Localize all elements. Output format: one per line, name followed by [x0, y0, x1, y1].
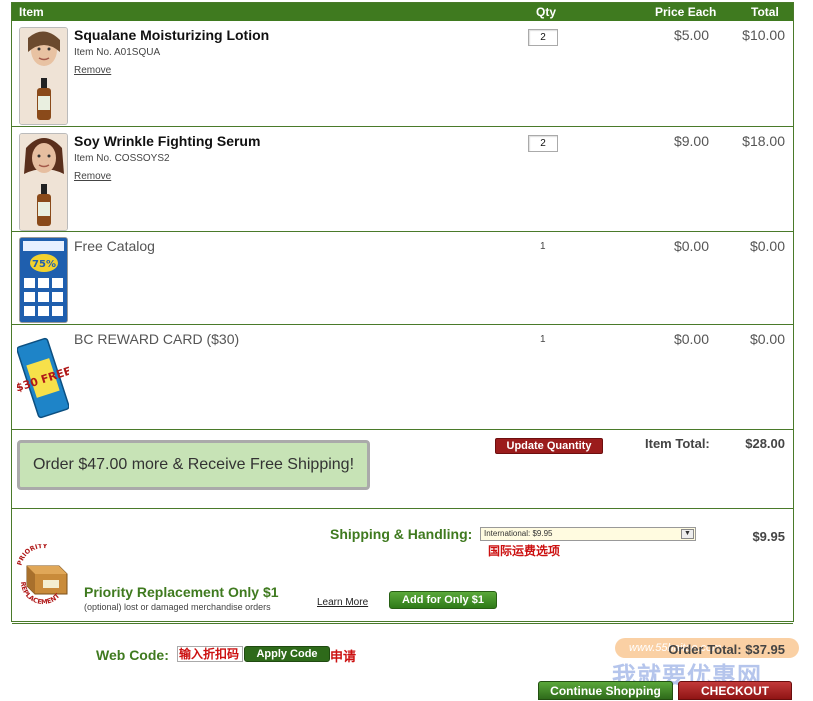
product-thumbnail[interactable]: [19, 133, 68, 231]
cart-row: Soy Wrinkle Fighting Serum Item No. COSS…: [12, 127, 793, 232]
shipping-label: Shipping & Handling:: [330, 526, 473, 542]
free-shipping-banner: Order $47.00 more & Receive Free Shippin…: [17, 440, 370, 490]
item-number: Item No. COSSOYS2: [74, 153, 170, 164]
product-name[interactable]: Soy Wrinkle Fighting Serum: [74, 133, 260, 149]
price-each: $0.00: [673, 238, 709, 254]
shipping-annotation: 国际运费选项: [488, 544, 561, 558]
catalog-badge: 75%: [32, 259, 56, 270]
line-total: $0.00: [749, 331, 785, 347]
cart-header: Item Qty Price Each Total: [12, 3, 793, 21]
catalog-image: 75%: [20, 238, 67, 322]
cart-row: 75% Free Catalog 1 $0.00 $0.00: [12, 232, 793, 325]
item-number: Item No. A01SQUA: [74, 47, 161, 58]
price-each: $9.00: [673, 133, 709, 149]
shipping-selected-value: International: $9.95: [484, 529, 553, 538]
update-quantity-button[interactable]: Update Quantity: [495, 438, 603, 454]
reward-card-image: $30 FREE: [14, 337, 73, 419]
apply-code-button[interactable]: Apply Code: [244, 646, 330, 662]
remove-link[interactable]: Remove: [74, 65, 111, 76]
header-price-each: Price Each: [655, 5, 717, 19]
shipping-row: Shipping & Handling: International: $9.9…: [12, 509, 793, 624]
shipping-value: $9.95: [752, 529, 785, 544]
remove-link[interactable]: Remove: [74, 171, 111, 182]
summary-row: Order $47.00 more & Receive Free Shippin…: [12, 430, 793, 509]
svg-text:PRIORITY: PRIORITY: [16, 544, 48, 566]
cart-row: Squalane Moisturizing Lotion Item No. A0…: [12, 21, 793, 127]
shipping-select[interactable]: International: $9.95 ▼: [480, 527, 696, 541]
line-total: $18.00: [742, 133, 785, 149]
price-each: $5.00: [673, 27, 709, 43]
priority-title: Priority Replacement Only $1: [84, 584, 279, 600]
add-priority-button[interactable]: Add for Only $1: [389, 591, 497, 609]
serum-product-image: [20, 134, 67, 230]
line-total: $10.00: [742, 27, 785, 43]
order-total: Order Total: $37.95: [668, 642, 785, 657]
product-thumbnail[interactable]: $30 FREE: [14, 331, 73, 425]
quantity-input[interactable]: 2: [528, 29, 558, 46]
header-total: Total: [751, 5, 779, 19]
cart-row: $30 FREE BC REWARD CARD ($30) 1 $0.00 $0…: [12, 325, 793, 430]
learn-more-link[interactable]: Learn More: [317, 597, 368, 608]
apply-annotation: 申请: [330, 649, 357, 664]
lotion-product-image: [20, 28, 67, 124]
product-thumbnail[interactable]: [19, 27, 68, 125]
header-qty: Qty: [536, 5, 557, 19]
header-item: Item: [19, 5, 44, 19]
item-total-value: $28.00: [745, 436, 785, 451]
quantity-value: 1: [540, 334, 546, 345]
quantity-value: 1: [540, 241, 546, 252]
product-thumbnail[interactable]: 75%: [19, 237, 68, 323]
chevron-down-icon[interactable]: ▼: [681, 529, 694, 539]
quantity-input[interactable]: 2: [528, 135, 558, 152]
shopping-cart: Item Qty Price Each Total Squalane Moist…: [11, 2, 799, 664]
product-name[interactable]: Squalane Moisturizing Lotion: [74, 27, 269, 43]
product-name[interactable]: Free Catalog: [74, 238, 155, 254]
product-name[interactable]: BC REWARD CARD ($30): [74, 331, 239, 347]
web-code-input[interactable]: 输入折扣码: [177, 646, 243, 662]
item-total-label: Item Total:: [645, 436, 710, 451]
continue-shopping-button[interactable]: Continue Shopping: [538, 681, 673, 700]
line-total: $0.00: [749, 238, 785, 254]
price-each: $0.00: [673, 331, 709, 347]
priority-replacement-icon: PRIORITY REPLACEMENT: [13, 542, 73, 606]
priority-subtitle: (optional) lost or damaged merchandise o…: [84, 602, 271, 612]
web-code-label: Web Code:: [96, 647, 169, 663]
checkout-button[interactable]: CHECKOUT: [678, 681, 792, 700]
